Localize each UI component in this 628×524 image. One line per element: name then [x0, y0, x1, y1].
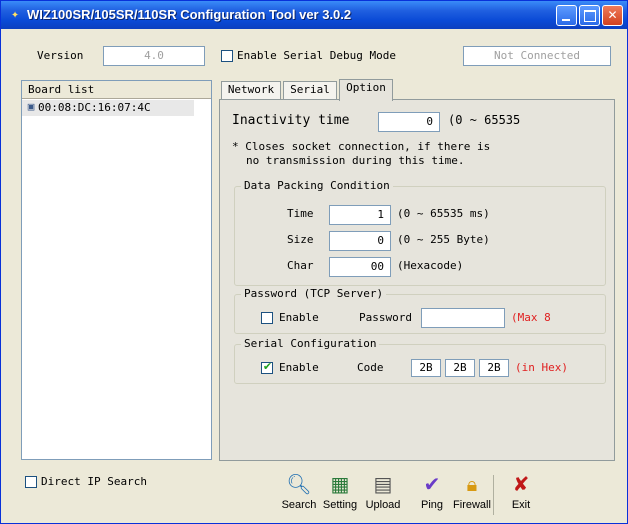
tab-serial[interactable]: Serial — [283, 81, 337, 99]
settings-board-icon: ▦ — [330, 472, 350, 496]
minimize-button[interactable] — [556, 5, 577, 26]
connection-status: Not Connected — [463, 46, 611, 66]
inactivity-note-1: * Closes socket connection, if there is — [232, 140, 491, 153]
serial-debug-label: Enable Serial Debug Mode — [237, 49, 396, 62]
serial-config-title: Serial Configuration — [241, 337, 380, 350]
app-icon: ✦ — [11, 7, 19, 22]
exit-button[interactable]: ✘ Exit — [505, 471, 537, 519]
board-list[interactable]: Board list ▣ 00:08:DC:16:07:4C — [21, 80, 212, 460]
serial-debug-checkbox[interactable] — [221, 50, 233, 62]
password-enable-checkbox[interactable] — [261, 312, 273, 324]
password-group: Password (TCP Server) Enable Password (M… — [234, 287, 606, 334]
direct-ip-search-checkbox[interactable] — [25, 476, 37, 488]
hex-hint: (in Hex) — [515, 361, 568, 374]
config-tool-window: ✦ WIZ100SR/105SR/110SR Configuration Too… — [0, 0, 628, 524]
time-input[interactable]: 1 — [329, 205, 391, 225]
inactivity-note-2: no transmission during this time. — [246, 154, 465, 167]
password-max-hint: (Max 8 — [511, 311, 551, 324]
char-input[interactable]: 00 — [329, 257, 391, 277]
time-hint: (0 ~ 65535 ms) — [397, 207, 490, 220]
document-upload-icon: ▤ — [373, 472, 393, 496]
size-input[interactable]: 0 — [329, 231, 391, 251]
search-magnifier-icon: 🔍︎ — [286, 472, 312, 496]
inactivity-range: (0 ~ 65535 — [448, 113, 521, 127]
data-packing-group: Data Packing Condition Time 1 (0 ~ 65535… — [234, 179, 606, 286]
close-icon: ✕ — [607, 8, 618, 22]
serial-config-enable-checkbox[interactable]: ✔ — [261, 360, 273, 374]
maximize-icon — [584, 10, 596, 22]
board-device-icon: ▣ — [27, 100, 35, 113]
code-label: Code — [357, 361, 384, 374]
close-button[interactable]: ✕ — [602, 5, 623, 26]
checkmark-icon: ✔ — [262, 360, 273, 373]
minimize-icon — [562, 19, 570, 21]
board-list-item[interactable]: ▣ 00:08:DC:16:07:4C — [22, 100, 194, 116]
tab-network[interactable]: Network — [221, 81, 281, 99]
exit-x-icon: ✘ — [512, 472, 530, 496]
toolbar-separator — [493, 475, 494, 515]
code-input-2[interactable]: 2B — [445, 359, 475, 377]
firewall-button[interactable]: 🔒︎ Firewall — [453, 471, 491, 519]
serial-config-enable-label: Enable — [279, 361, 319, 374]
maximize-button[interactable] — [579, 5, 600, 26]
option-tab-panel: Inactivity time 0 (0 ~ 65535 * Closes so… — [219, 99, 615, 461]
time-label: Time — [287, 207, 314, 220]
direct-ip-search-label: Direct IP Search — [41, 475, 147, 488]
char-label: Char — [287, 259, 314, 272]
tab-option[interactable]: Option — [339, 79, 393, 101]
version-field: 4.0 — [103, 46, 205, 66]
ping-button[interactable]: ✔ Ping — [415, 471, 449, 519]
code-input-1[interactable]: 2B — [411, 359, 441, 377]
char-hint: (Hexacode) — [397, 259, 464, 272]
board-list-header[interactable]: Board list — [22, 81, 211, 99]
version-label: Version — [37, 49, 84, 62]
firewall-lock-icon: 🔒︎ — [466, 472, 478, 496]
inactivity-time-input[interactable]: 0 — [378, 112, 440, 132]
data-packing-title: Data Packing Condition — [241, 179, 393, 192]
upload-button[interactable]: ▤ Upload — [363, 471, 403, 519]
inactivity-label: Inactivity time — [232, 113, 350, 128]
serial-config-group: Serial Configuration ✔ Enable Code 2B 2B… — [234, 337, 606, 384]
size-hint: (0 ~ 255 Byte) — [397, 233, 490, 246]
ping-check-icon: ✔ — [423, 472, 441, 496]
code-input-3[interactable]: 2B — [479, 359, 509, 377]
window-title: WIZ100SR/105SR/110SR Configuration Tool … — [27, 7, 352, 22]
search-button[interactable]: 🔍︎ Search — [279, 471, 319, 519]
password-label: Password — [359, 311, 412, 324]
size-label: Size — [287, 233, 314, 246]
password-group-title: Password (TCP Server) — [241, 287, 387, 300]
setting-button[interactable]: ▦ Setting — [319, 471, 361, 519]
password-input[interactable] — [421, 308, 505, 328]
title-bar[interactable]: ✦ WIZ100SR/105SR/110SR Configuration Too… — [1, 1, 627, 29]
password-enable-label: Enable — [279, 311, 319, 324]
